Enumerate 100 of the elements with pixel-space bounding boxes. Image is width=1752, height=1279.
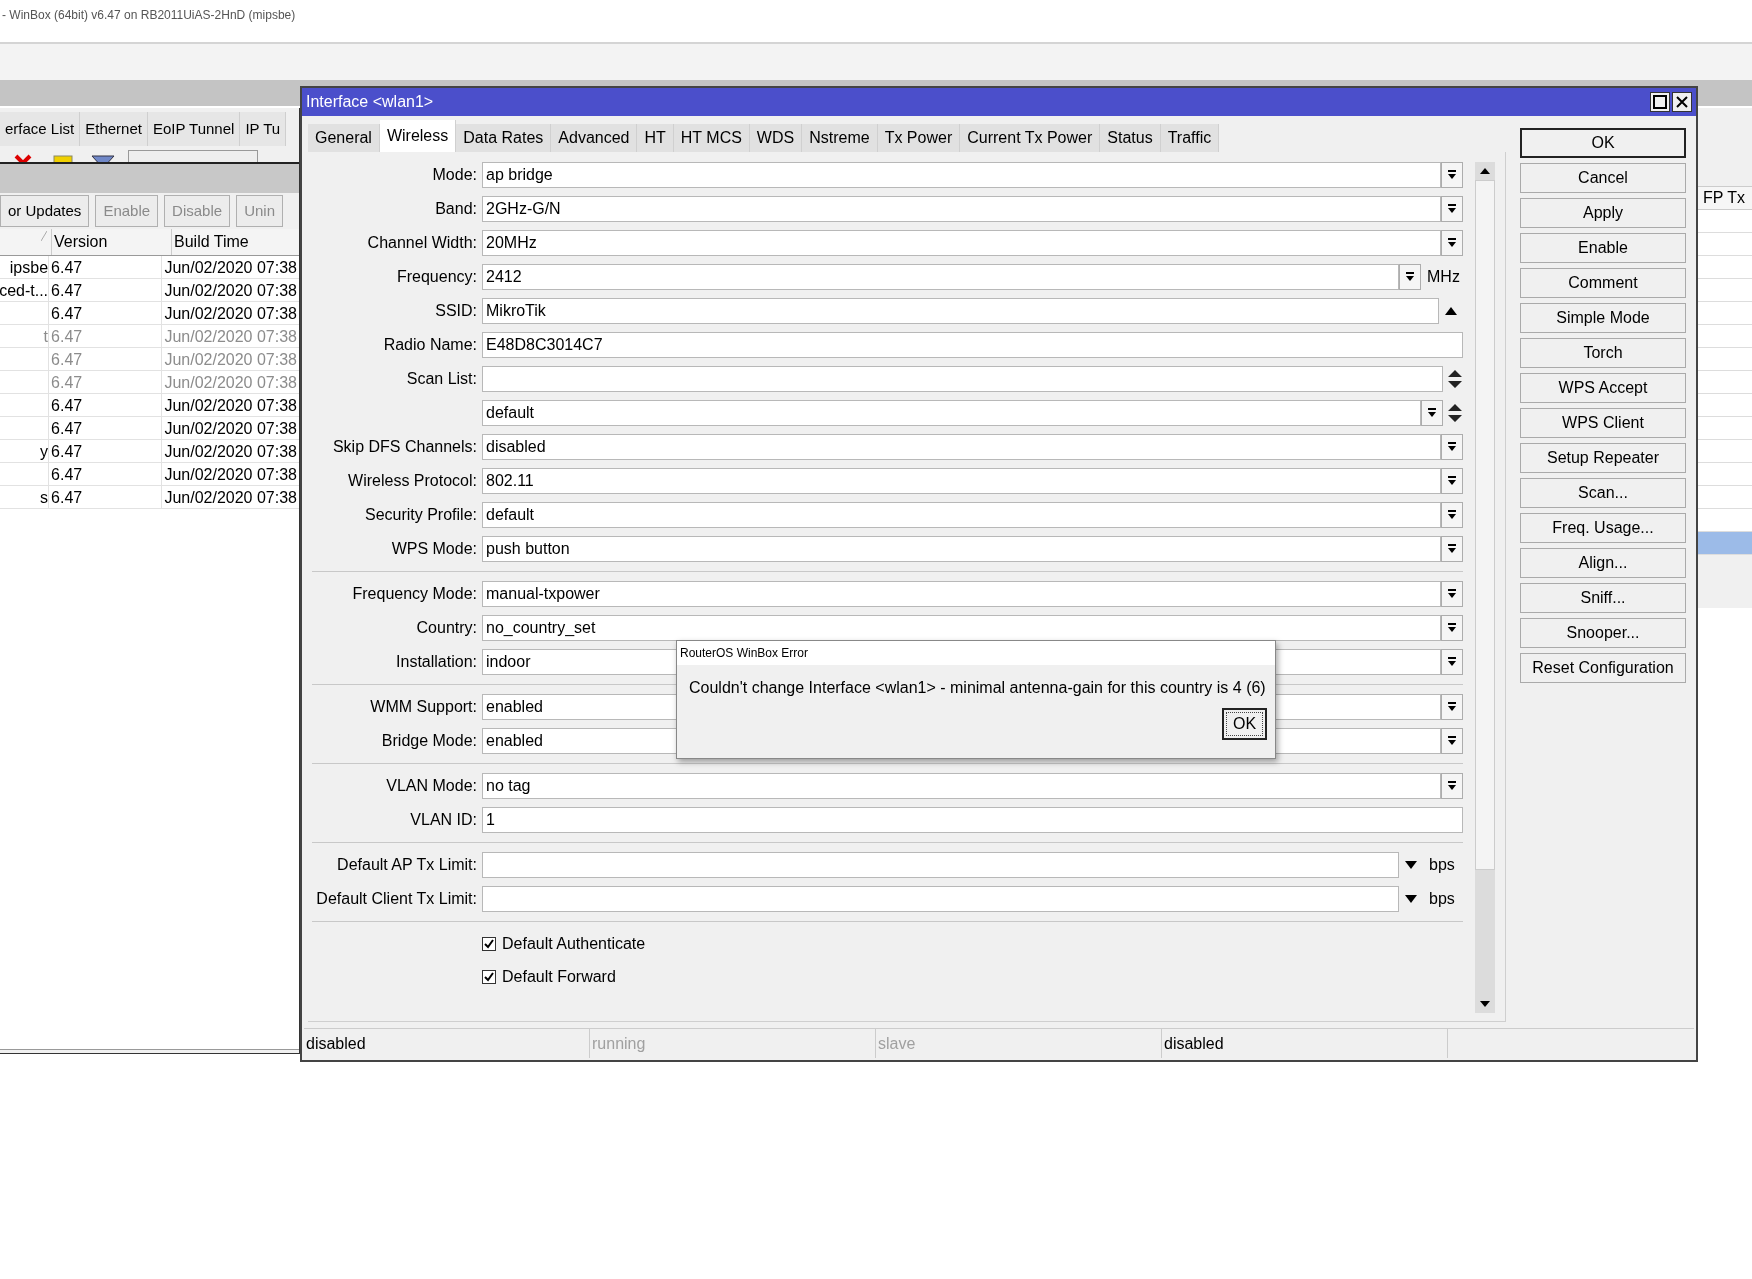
dialog-button[interactable]: WPS Accept xyxy=(1520,373,1686,403)
input-field[interactable]: 2GHz-G/N xyxy=(482,196,1441,222)
tab[interactable]: General xyxy=(308,124,380,152)
down-arrow-icon xyxy=(1447,170,1457,180)
app-title: - WinBox (64bit) v6.47 on RB2011UiAS-2HnD (mipsbe) xyxy=(2,8,296,22)
input-field[interactable]: 1 xyxy=(482,807,1463,833)
field-label: Wireless Protocol: xyxy=(348,472,477,489)
dropdown-button[interactable] xyxy=(1441,728,1463,754)
dialog-button[interactable]: Apply xyxy=(1520,198,1686,228)
input-field[interactable]: ap bridge xyxy=(482,162,1441,188)
tab[interactable]: EoIP Tunnel xyxy=(147,112,241,146)
tab[interactable]: Traffic xyxy=(1160,124,1220,152)
tab[interactable]: Tx Power xyxy=(877,124,961,152)
tab[interactable]: Nstreme xyxy=(802,124,878,152)
dialog-button[interactable]: Freq. Usage... xyxy=(1520,513,1686,543)
input-field[interactable]: 2412 xyxy=(482,264,1399,290)
dropdown-button[interactable] xyxy=(1441,468,1463,494)
down-triangle-icon[interactable] xyxy=(1405,895,1417,903)
table-cell-text: t xyxy=(43,327,49,347)
dropdown-button[interactable] xyxy=(1441,162,1463,188)
input-field[interactable]: no tag xyxy=(482,773,1441,799)
dialog-button[interactable]: Torch xyxy=(1520,338,1686,368)
dialog-button[interactable]: Sniff... xyxy=(1520,583,1686,613)
toolbar-button[interactable]: or Updates xyxy=(0,195,90,227)
input-field[interactable] xyxy=(482,852,1399,878)
dialog-button[interactable]: Align... xyxy=(1520,548,1686,578)
dialog-button[interactable]: WPS Client xyxy=(1520,408,1686,438)
dropdown-button[interactable] xyxy=(1441,434,1463,460)
table-cell: 6.47 xyxy=(51,397,83,414)
dialog-button[interactable]: Reset Configuration xyxy=(1520,653,1686,683)
check-icon xyxy=(484,938,494,949)
down-arrow-icon xyxy=(1447,510,1457,520)
collapse-arrow-icon[interactable] xyxy=(1445,307,1457,315)
input-field[interactable] xyxy=(482,366,1443,392)
dropdown-button[interactable] xyxy=(1441,581,1463,607)
dialog-button[interactable]: OK xyxy=(1520,128,1686,158)
tab[interactable]: Data Rates xyxy=(456,124,552,152)
column-header[interactable]: Version xyxy=(52,229,172,255)
scrollbar[interactable] xyxy=(1475,162,1495,1013)
dialog-button[interactable]: Simple Mode xyxy=(1520,303,1686,333)
input-field[interactable]: no_country_set xyxy=(482,615,1441,641)
up-down-arrows-icon[interactable] xyxy=(1447,402,1463,424)
tab[interactable]: HT xyxy=(637,124,674,152)
tab[interactable]: WDS xyxy=(749,124,803,152)
dropdown-button[interactable] xyxy=(1441,694,1463,720)
input-field[interactable]: manual-txpower xyxy=(482,581,1441,607)
down-triangle-icon[interactable] xyxy=(1405,861,1417,869)
checkbox[interactable] xyxy=(482,936,496,951)
dialog-button[interactable]: Snooper... xyxy=(1520,618,1686,648)
up-down-arrows-icon[interactable] xyxy=(1447,368,1463,390)
table-cell: 6.47 xyxy=(51,374,83,391)
maximize-button[interactable] xyxy=(1650,92,1670,112)
input-field[interactable] xyxy=(482,886,1399,912)
table-cell: Jun/02/2020 07:38 xyxy=(164,466,297,483)
dropdown-button[interactable] xyxy=(1441,230,1463,256)
dropdown-button[interactable] xyxy=(1421,400,1443,426)
window-title: Interface <wlan1> xyxy=(306,92,435,112)
tab[interactable]: Current Tx Power xyxy=(960,124,1101,152)
dropdown-button[interactable] xyxy=(1441,615,1463,641)
tab[interactable]: HT MCS xyxy=(673,124,750,152)
dropdown-button[interactable] xyxy=(1441,502,1463,528)
tab[interactable]: Wireless xyxy=(379,120,457,152)
dropdown-button[interactable] xyxy=(1399,264,1421,290)
checkbox-label: Default Forward xyxy=(502,966,616,987)
close-button[interactable] xyxy=(1672,92,1692,112)
field-label: Installation: xyxy=(396,653,477,670)
input-field[interactable]: 20MHz xyxy=(482,230,1441,256)
dropdown-button[interactable] xyxy=(1441,649,1463,675)
field-label: Frequency: xyxy=(396,268,477,285)
checkbox[interactable] xyxy=(482,969,496,984)
dropdown-button[interactable] xyxy=(1441,536,1463,562)
tab[interactable]: IP Tu xyxy=(240,112,287,146)
dropdown-button[interactable] xyxy=(1441,196,1463,222)
input-field[interactable]: 802.11 xyxy=(482,468,1441,494)
dialog-button[interactable]: Setup Repeater xyxy=(1520,443,1686,473)
tab[interactable]: Advanced xyxy=(551,124,638,152)
table-cell-text: ced-t... xyxy=(0,281,49,301)
input-field[interactable]: E48D8C3014C7 xyxy=(482,332,1463,358)
input-field[interactable]: push button xyxy=(482,536,1441,562)
dialog-button[interactable]: Cancel xyxy=(1520,163,1686,193)
table-cell: Jun/02/2020 07:38 xyxy=(164,305,297,322)
field-label: Frequency Mode: xyxy=(352,585,477,602)
dialog-button[interactable]: Enable xyxy=(1520,233,1686,263)
down-arrow-icon xyxy=(1427,408,1437,418)
input-field[interactable]: default xyxy=(482,400,1421,426)
status-text: slave xyxy=(878,1033,916,1054)
dropdown-button[interactable] xyxy=(1441,773,1463,799)
ok-button[interactable]: OK xyxy=(1222,708,1267,740)
input-field[interactable]: default xyxy=(482,502,1441,528)
table-cell-text: y xyxy=(40,442,49,462)
input-field[interactable]: MikroTik xyxy=(482,298,1439,324)
dialog-button[interactable]: Comment xyxy=(1520,268,1686,298)
field-label: VLAN Mode: xyxy=(386,777,477,794)
tab[interactable]: erface List xyxy=(0,112,81,146)
dialog-button[interactable]: Scan... xyxy=(1520,478,1686,508)
tab[interactable]: Ethernet xyxy=(80,112,148,146)
input-field[interactable]: disabled xyxy=(482,434,1441,460)
column-header[interactable]: Build Time xyxy=(172,229,299,255)
scrollbar-thumb[interactable] xyxy=(1475,180,1495,870)
tab[interactable]: Status xyxy=(1100,124,1161,152)
